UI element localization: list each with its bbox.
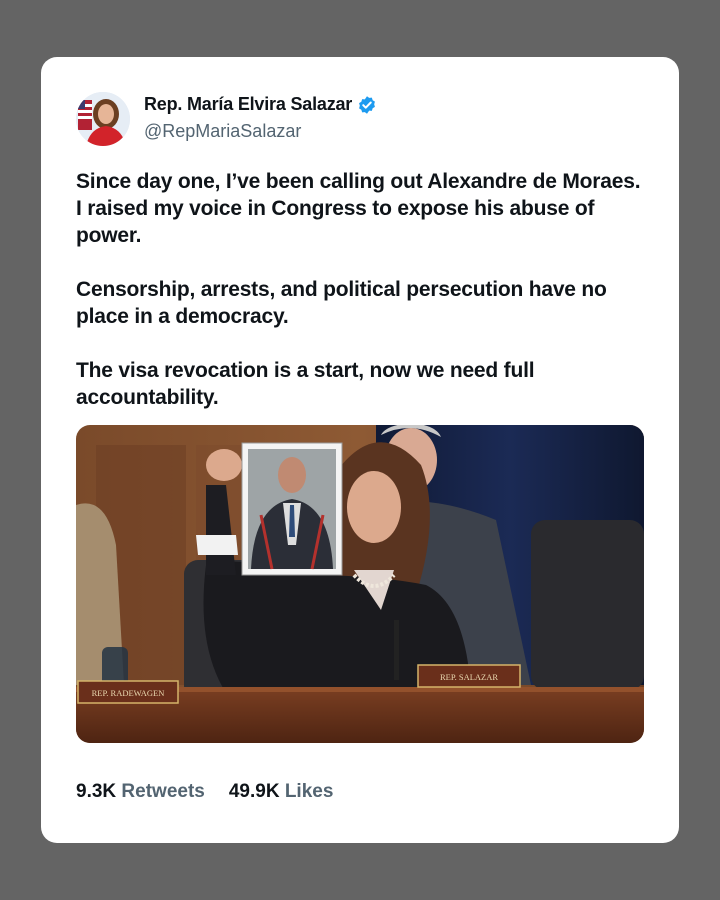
verified-badge-icon (357, 95, 377, 115)
retweets-label: Retweets (121, 781, 205, 802)
author-name-row[interactable]: Rep. María Elvira Salazar (144, 94, 377, 115)
tweet-paragraph: Censorship, arrests, and political perse… (76, 278, 607, 328)
retweets-count: 9.3K (76, 781, 117, 802)
tweet-text: Since day one, I’ve been calling out Ale… (76, 168, 646, 438)
tweet-paragraph: Since day one, I’ve been calling out Ale… (76, 170, 641, 247)
tweet-photo[interactable]: REP. RADEWAGEN REP. SALAZAR (76, 425, 644, 743)
tweet-paragraph: The visa revocation is a start, now we n… (76, 359, 535, 409)
author-handle[interactable]: @RepMariaSalazar (144, 121, 301, 142)
likes-stat[interactable]: 49.9K Likes (229, 781, 334, 803)
retweets-stat[interactable]: 9.3K Retweets (76, 781, 205, 803)
tweet-card: Rep. María Elvira Salazar @RepMariaSalaz… (41, 57, 679, 843)
nameplate-radewagen: REP. RADEWAGEN (92, 688, 165, 698)
nameplate-salazar: REP. SALAZAR (440, 672, 498, 682)
author-name[interactable]: Rep. María Elvira Salazar (144, 94, 352, 115)
likes-count: 49.9K (228, 781, 280, 802)
tweet-stats: 9.3K Retweets 49.9K Likes (76, 781, 333, 803)
likes-label: Likes (284, 781, 334, 802)
avatar[interactable] (76, 92, 130, 146)
